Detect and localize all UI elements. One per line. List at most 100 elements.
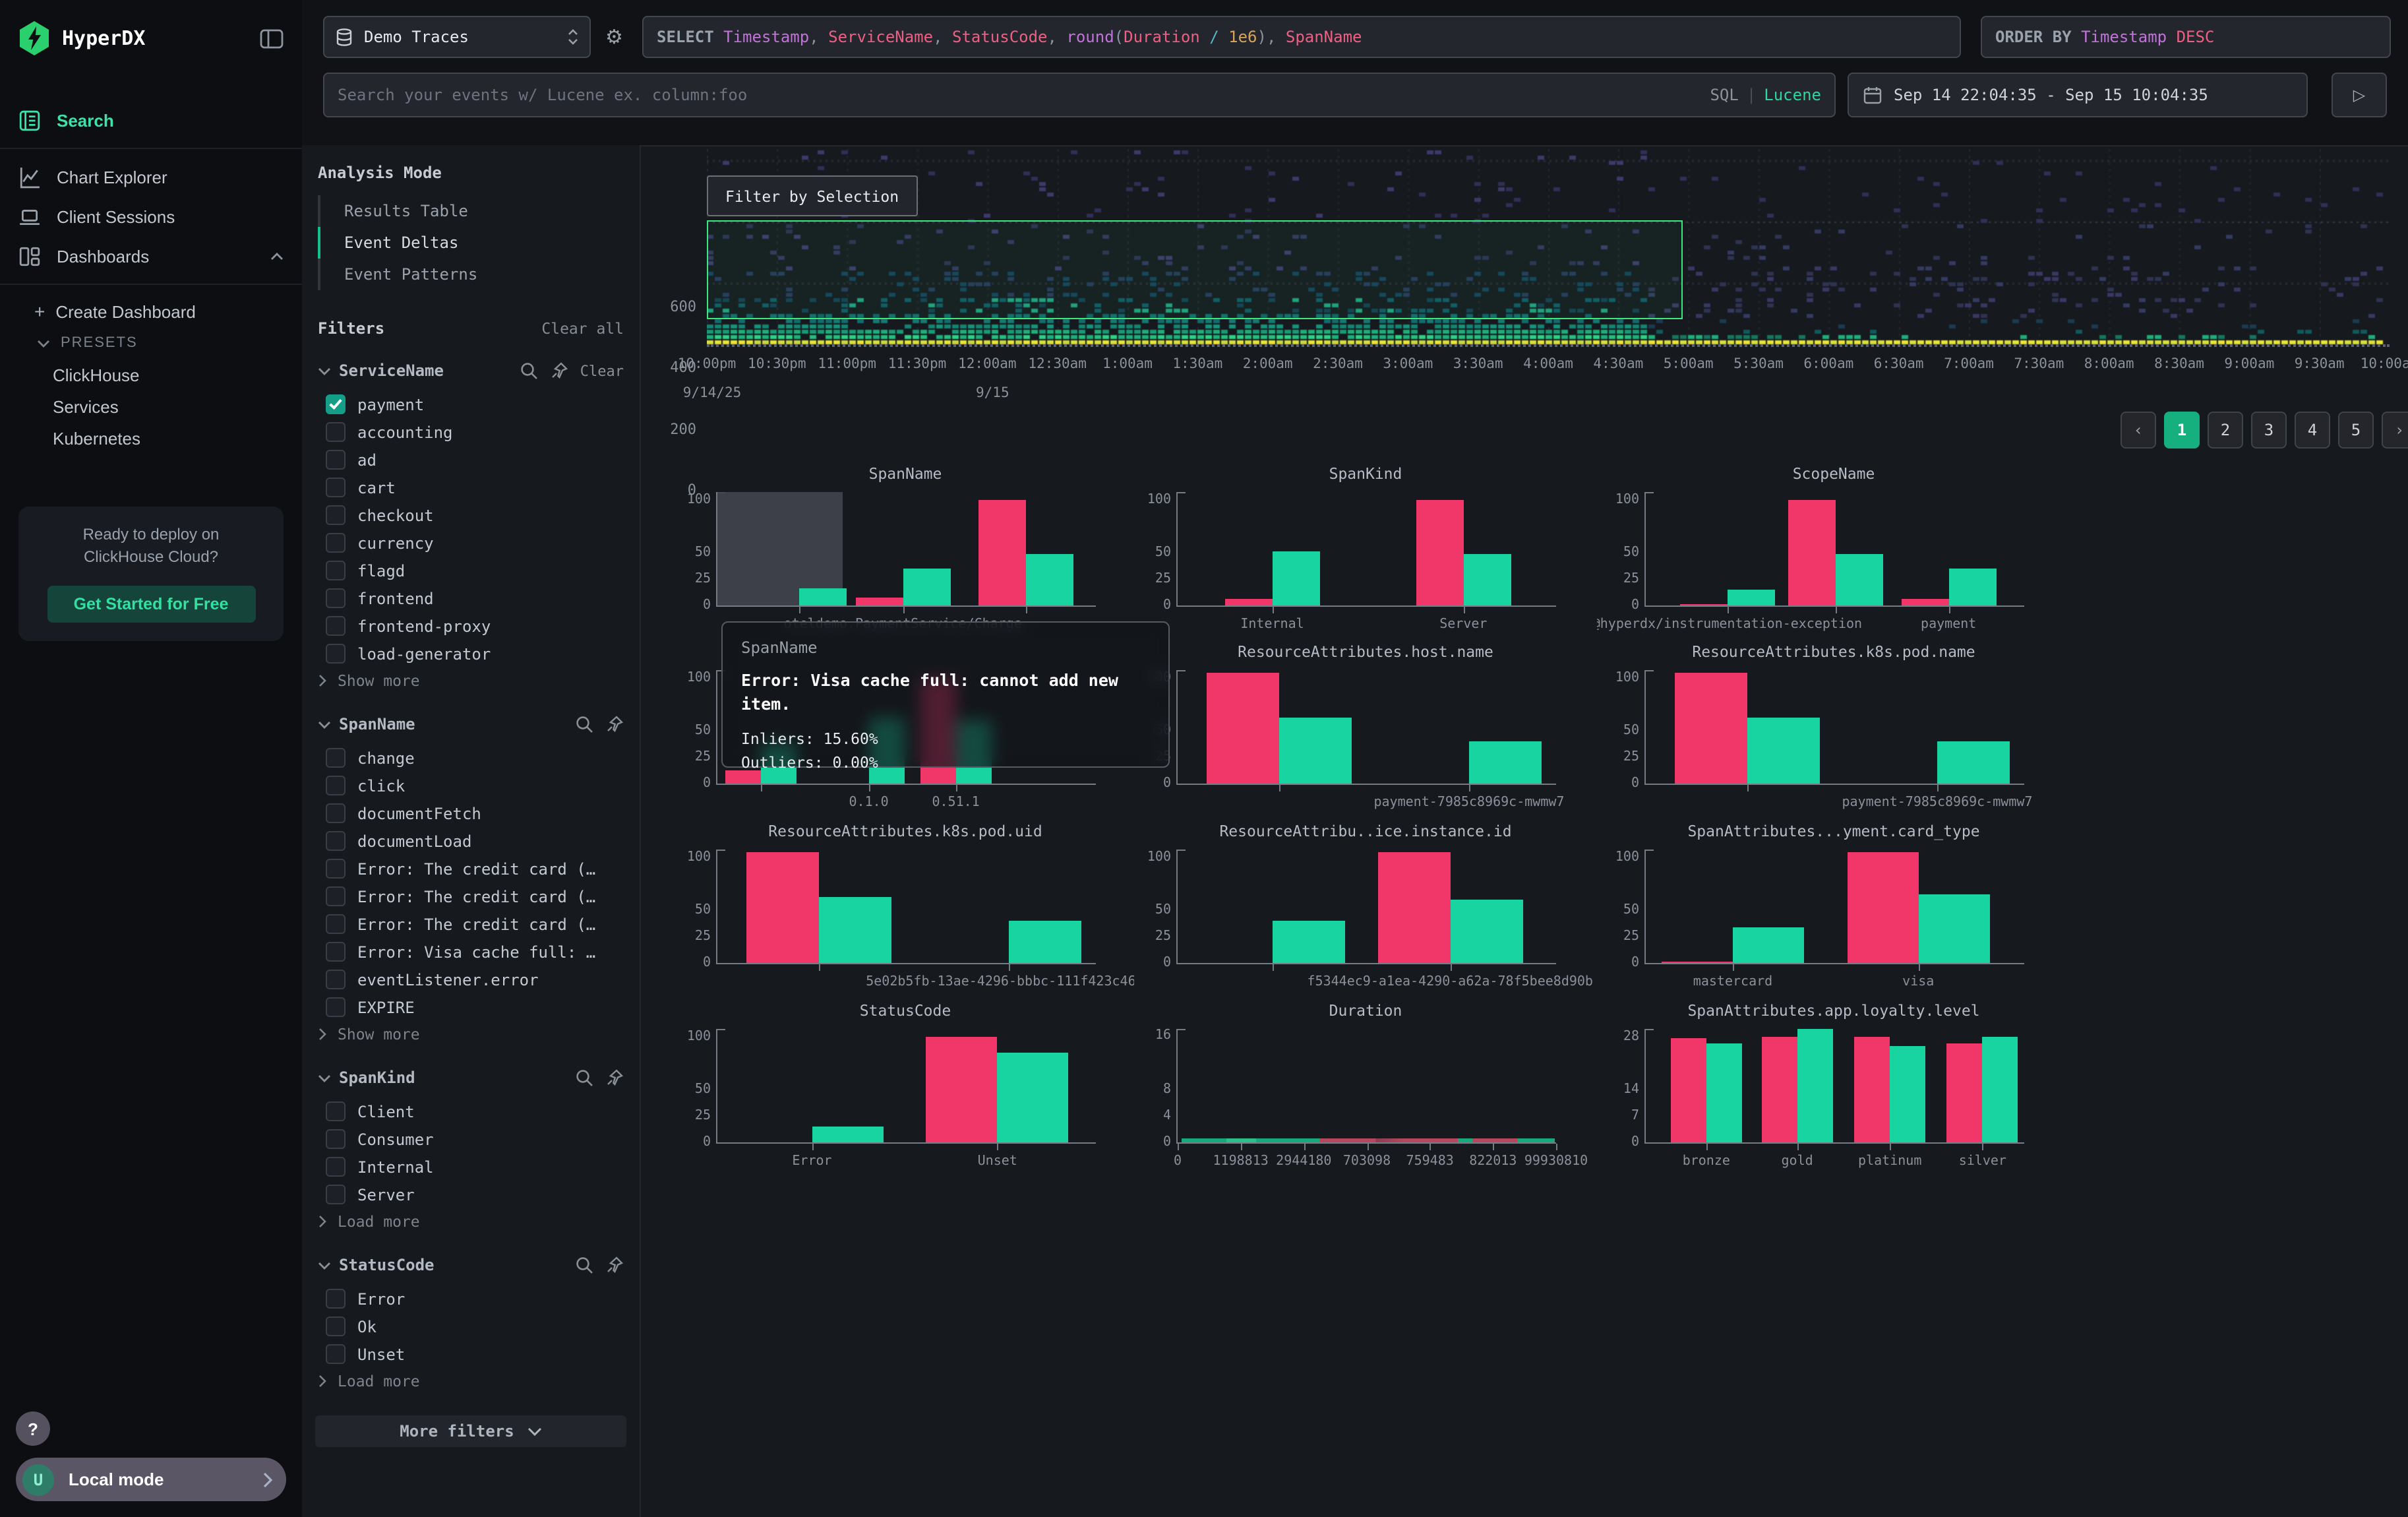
filter-option[interactable]: Error: The credit card (…	[302, 910, 640, 938]
page-button-5[interactable]: 5	[2338, 412, 2374, 449]
filter-option[interactable]: Error: The credit card (…	[302, 882, 640, 910]
bar-outliers[interactable]	[1662, 962, 1733, 963]
source-select[interactable]: Demo Traces	[323, 16, 591, 58]
bar-inliers[interactable]	[820, 897, 892, 963]
checkbox[interactable]	[326, 1289, 346, 1309]
filter-option[interactable]: documentLoad	[302, 827, 640, 855]
sidebar-item-client-sessions[interactable]: Client Sessions	[0, 199, 302, 233]
mini-chart-statuscode[interactable]: StatusCode02550100ErrorUnset	[669, 1001, 1134, 1175]
bar-inliers[interactable]	[1948, 569, 1996, 605]
help-button[interactable]: ?	[16, 1411, 50, 1446]
get-started-button[interactable]: Get Started for Free	[47, 586, 255, 623]
bar-inliers[interactable]	[1748, 718, 1821, 784]
bar-inliers[interactable]	[1733, 927, 1804, 963]
filter-option[interactable]: flagd	[302, 557, 640, 584]
page-button-3[interactable]: 3	[2251, 412, 2287, 449]
page-prev-button[interactable]: ‹	[2121, 412, 2156, 449]
order-by-input[interactable]: ORDER BY Timestamp DESC	[1981, 16, 2391, 58]
pin-icon[interactable]	[550, 361, 568, 380]
bar-inliers[interactable]	[1890, 1046, 1925, 1142]
show-more-button[interactable]: Show more	[302, 1021, 640, 1047]
bar-outliers[interactable]	[926, 1036, 998, 1142]
bar-inliers[interactable]	[1273, 921, 1345, 963]
bar-outliers[interactable]	[1947, 1044, 1983, 1142]
checkbox[interactable]	[326, 533, 346, 553]
show-more-button[interactable]: Show more	[302, 667, 640, 694]
checkbox[interactable]	[326, 478, 346, 497]
bar-inliers[interactable]	[1937, 741, 2010, 784]
checkbox[interactable]	[326, 776, 346, 795]
checkbox[interactable]	[326, 1316, 346, 1336]
checkbox[interactable]	[326, 644, 346, 664]
checkbox[interactable]	[326, 561, 346, 580]
pin-icon[interactable]	[605, 1068, 624, 1087]
page-button-4[interactable]: 4	[2295, 412, 2330, 449]
bar-outliers[interactable]	[1377, 851, 1450, 963]
filter-option[interactable]: currency	[302, 529, 640, 557]
checkbox[interactable]	[326, 450, 346, 470]
checkbox[interactable]	[326, 803, 346, 823]
search-input[interactable]: Search your events w/ Lucene ex. column:…	[323, 73, 1836, 117]
mini-chart-resourceattributes-k8s-pod-name[interactable]: ResourceAttributes.k8s.pod.name02550100p…	[1597, 642, 2062, 817]
sidebar-item-search[interactable]: Search	[0, 103, 302, 137]
filter-option[interactable]: payment	[302, 390, 640, 418]
pin-icon[interactable]	[605, 1256, 624, 1274]
filter-group-title[interactable]: StatusCode	[339, 1256, 563, 1274]
mode-sql[interactable]: SQL	[1710, 86, 1738, 104]
bar-inliers[interactable]	[1797, 1029, 1833, 1142]
bar-inliers[interactable]	[1450, 900, 1522, 963]
checkbox[interactable]	[326, 748, 346, 768]
mini-chart-resourceattributes-host-name[interactable]: ResourceAttributes.host.name02550100paym…	[1129, 642, 1594, 817]
run-query-button[interactable]: ▷	[2332, 73, 2387, 117]
gear-icon[interactable]: ⚙	[605, 25, 623, 49]
mini-chart-spankind[interactable]: SpanKind02550100InternalServer	[1129, 464, 1594, 638]
checkbox[interactable]	[326, 1129, 346, 1149]
bar-inliers[interactable]	[1026, 555, 1073, 605]
sidebar-item-dashboards[interactable]: Dashboards	[0, 239, 302, 273]
filter-option[interactable]: Ok	[302, 1313, 640, 1340]
filter-option[interactable]: load-generator	[302, 640, 640, 667]
filter-option[interactable]: EXPIRE	[302, 993, 640, 1021]
bar-inliers[interactable]	[798, 589, 846, 605]
bar-inliers[interactable]	[1835, 555, 1882, 605]
more-filters-button[interactable]: More filters	[315, 1415, 626, 1447]
bar-inliers[interactable]	[1918, 894, 1989, 963]
page-button-1[interactable]: 1	[2164, 412, 2200, 449]
checkbox[interactable]	[326, 886, 346, 906]
checkbox[interactable]	[326, 1185, 346, 1204]
filter-option[interactable]: Unset	[302, 1340, 640, 1368]
presets-toggle[interactable]: PRESETS	[0, 327, 302, 359]
mini-chart-spanattributes-app-loyalty-level[interactable]: SpanAttributes.app.loyalty.level071428br…	[1597, 1001, 2062, 1175]
bar-inliers[interactable]	[903, 569, 950, 605]
filter-option[interactable]: click	[302, 772, 640, 799]
checkbox[interactable]	[326, 942, 346, 962]
page-next-button[interactable]: ›	[2382, 412, 2408, 449]
filter-option[interactable]: frontend	[302, 584, 640, 612]
bar-outliers[interactable]	[1854, 1036, 1890, 1142]
filter-by-selection-button[interactable]: Filter by Selection	[707, 175, 917, 216]
bar-inliers[interactable]	[1463, 555, 1511, 605]
bar-inliers[interactable]	[812, 1127, 884, 1142]
bar-outliers[interactable]	[1788, 499, 1835, 605]
sidebar-item-chart-explorer[interactable]: Chart Explorer	[0, 160, 302, 194]
bar-outliers[interactable]	[1416, 499, 1463, 605]
bar-outliers[interactable]	[1675, 672, 1748, 784]
filter-option[interactable]: change	[302, 744, 640, 772]
checkbox[interactable]	[326, 505, 346, 525]
mini-chart-resourceattribu-ice-instance-id[interactable]: ResourceAttribu..ice.instance.id02550100…	[1129, 822, 1594, 996]
mini-chart-scopename[interactable]: ScopeName02550100@hyperdx/instrumentatio…	[1597, 464, 2062, 638]
bar-outliers[interactable]	[1901, 599, 1948, 605]
clear-all-button[interactable]: Clear all	[541, 319, 624, 338]
filter-group-title[interactable]: SpanKind	[339, 1068, 563, 1087]
sidebar-item-clickhouse[interactable]: ClickHouse	[0, 359, 302, 390]
checkbox[interactable]	[326, 997, 346, 1017]
bar-inliers[interactable]	[1273, 551, 1320, 605]
search-icon[interactable]	[520, 361, 538, 380]
filter-group-title[interactable]: SpanName	[339, 715, 563, 733]
filter-option[interactable]: Internal	[302, 1153, 640, 1181]
sidebar-item-kubernetes[interactable]: Kubernetes	[0, 422, 302, 454]
mini-chart-spanname[interactable]: SpanName02550100oteldemo.PaymentService/…	[669, 464, 1134, 638]
chevron-down-icon[interactable]	[318, 1260, 331, 1270]
sidebar-collapse-icon[interactable]	[260, 28, 284, 48]
checkbox[interactable]	[326, 914, 346, 934]
